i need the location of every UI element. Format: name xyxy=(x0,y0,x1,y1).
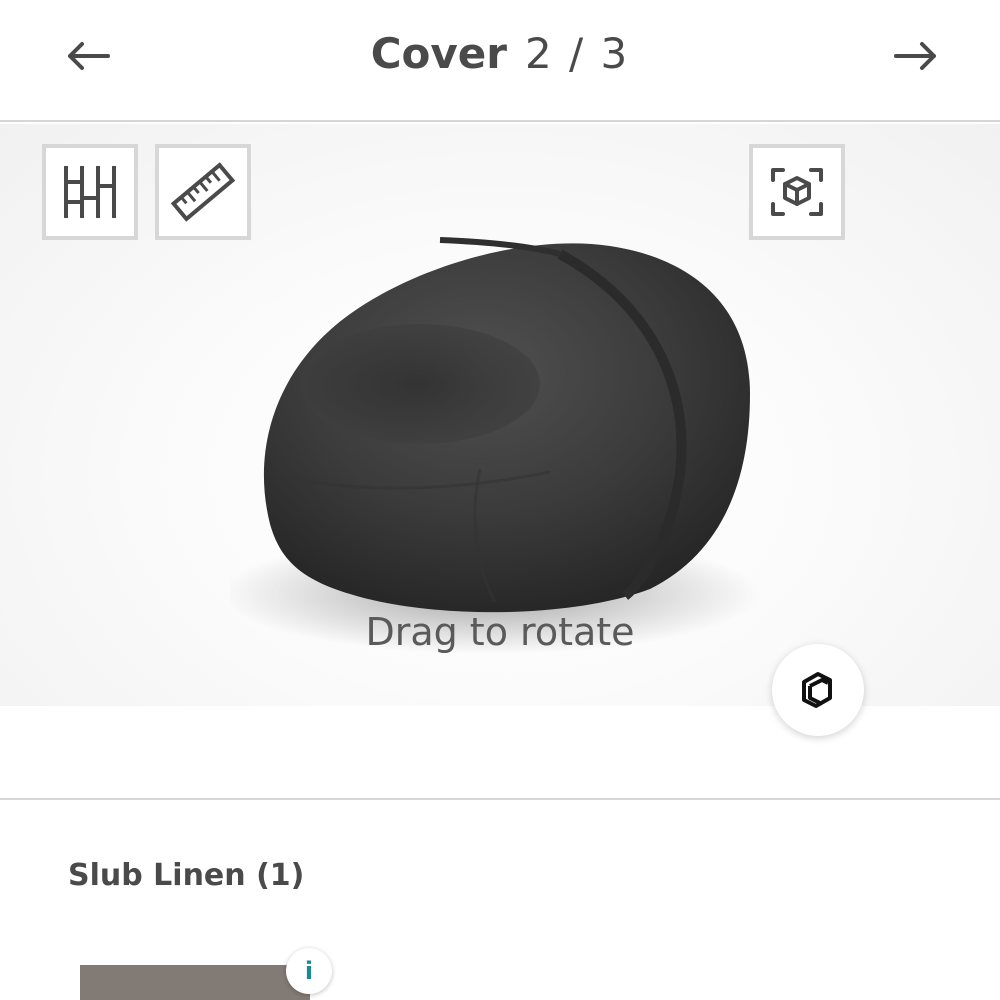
header: Cover 2 / 3 xyxy=(0,0,1000,122)
drag-to-rotate-hint: Drag to rotate xyxy=(365,610,635,654)
arrow-right-icon xyxy=(894,42,936,70)
info-button[interactable]: i xyxy=(286,948,332,994)
panel-layout-button[interactable] xyxy=(42,144,138,240)
fabric-title: Slub Linen (1) xyxy=(68,858,305,893)
materials-button[interactable] xyxy=(772,644,864,736)
next-button[interactable] xyxy=(884,24,948,88)
ruler-icon xyxy=(171,162,235,222)
ar-cube-icon xyxy=(771,168,823,216)
step-title: Cover 2 / 3 xyxy=(0,26,1000,82)
layers-icon xyxy=(802,672,832,708)
step-counter: 2 / 3 xyxy=(524,29,630,78)
product-viewer[interactable]: Drag to rotate xyxy=(0,124,1000,736)
page-title: Cover xyxy=(370,29,507,78)
section-divider xyxy=(0,798,1000,800)
product-configurator-page: Cover 2 / 3 Drag to rotate Slub Linen (1… xyxy=(0,0,1000,1000)
fabric-swatch[interactable] xyxy=(80,965,310,1000)
header-divider xyxy=(0,120,1000,122)
bean-bag-chair-image xyxy=(230,237,760,654)
panel-layout-icon xyxy=(64,166,116,218)
